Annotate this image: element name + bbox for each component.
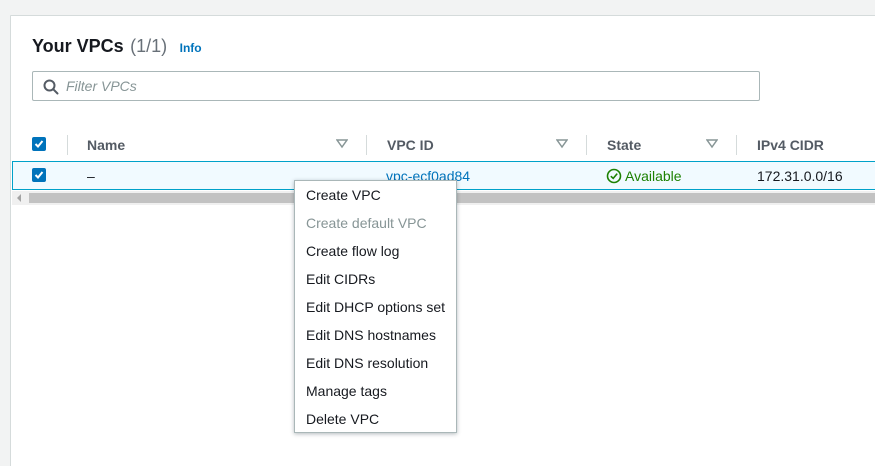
column-divider bbox=[586, 135, 587, 155]
column-header-ipv4-cidr[interactable]: IPv4 CIDR bbox=[757, 137, 824, 153]
sort-caret-icon[interactable] bbox=[706, 139, 718, 149]
checkmark-icon bbox=[34, 171, 44, 179]
filter-vpcs-field[interactable] bbox=[32, 71, 760, 101]
column-header-state[interactable]: State bbox=[607, 137, 641, 153]
cell-name: – bbox=[87, 168, 95, 184]
search-icon bbox=[43, 79, 59, 95]
sort-caret-icon[interactable] bbox=[336, 139, 348, 149]
scroll-left-arrow-icon[interactable] bbox=[17, 194, 21, 202]
column-divider bbox=[366, 135, 367, 155]
menu-item-delete-vpc[interactable]: Delete VPC bbox=[295, 405, 456, 433]
select-all-checkbox[interactable] bbox=[32, 137, 46, 151]
vpc-count: (1/1) bbox=[130, 36, 168, 56]
menu-item-edit-cidrs[interactable]: Edit CIDRs bbox=[295, 265, 456, 293]
panel-header: Your VPCs (1/1) Info bbox=[32, 36, 202, 57]
menu-item-create-vpc[interactable]: Create VPC bbox=[295, 181, 456, 209]
actions-context-menu: Create VPC Create default VPC Create flo… bbox=[294, 180, 457, 433]
menu-item-create-flow-log[interactable]: Create flow log bbox=[295, 237, 456, 265]
filter-vpcs-input[interactable] bbox=[66, 76, 746, 96]
column-header-vpc-id[interactable]: VPC ID bbox=[387, 137, 434, 153]
column-divider bbox=[67, 135, 68, 155]
row-checkbox[interactable] bbox=[32, 168, 46, 182]
menu-item-edit-dns-resolution[interactable]: Edit DNS resolution bbox=[295, 349, 456, 377]
menu-item-manage-tags[interactable]: Manage tags bbox=[295, 377, 456, 405]
info-link[interactable]: Info bbox=[180, 41, 202, 55]
menu-item-create-default-vpc: Create default VPC bbox=[306, 215, 427, 231]
page-title: Your VPCs bbox=[32, 36, 124, 56]
column-header-name[interactable]: Name bbox=[87, 137, 125, 153]
table-header: Name VPC ID State IPv4 CIDR bbox=[12, 125, 875, 165]
menu-item-edit-dns-hostnames[interactable]: Edit DNS hostnames bbox=[295, 321, 456, 349]
checkmark-icon bbox=[34, 140, 44, 148]
menu-item-edit-dhcp-options-set[interactable]: Edit DHCP options set bbox=[295, 293, 456, 321]
column-divider bbox=[736, 135, 737, 155]
cell-ipv4-cidr: 172.31.0.0/16 bbox=[757, 168, 843, 184]
cell-state: Available bbox=[606, 168, 682, 184]
status-success-icon bbox=[606, 168, 622, 184]
sort-caret-icon[interactable] bbox=[556, 139, 568, 149]
state-label: Available bbox=[625, 168, 682, 184]
